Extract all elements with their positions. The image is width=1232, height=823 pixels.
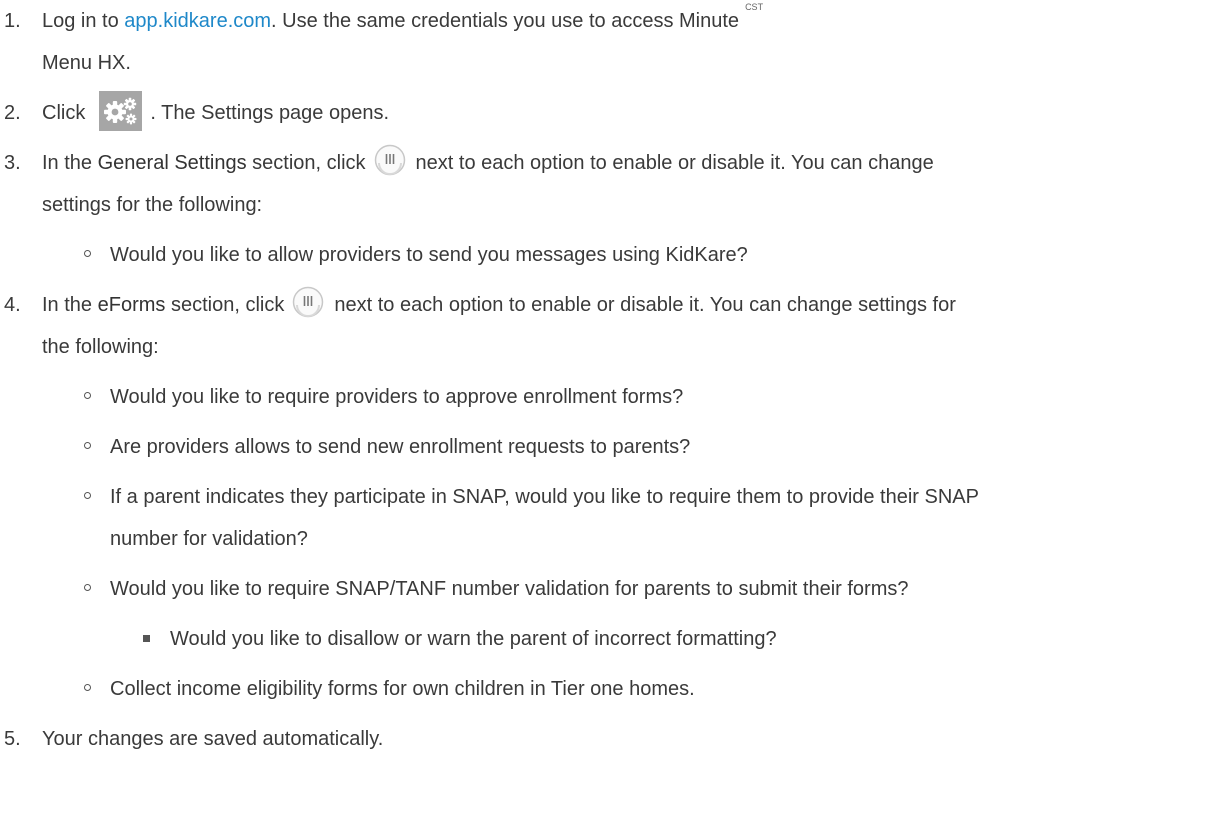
list-item: If a parent indicates they participate i… [42,476,1232,560]
eforms-options: Would you like to require providers to a… [42,376,1232,710]
step-text-line2: the following: [42,336,159,358]
list-item: Collect income eligibility forms for own… [42,668,1232,710]
step-text: Your changes are saved automatically. [42,728,384,750]
circle-bullet [84,392,91,399]
step-text: . Use the same credentials you use to ac… [271,10,740,32]
settings-gears-icon [99,90,143,131]
step-text: section, click [165,294,285,316]
list-item: Would you like to require SNAP/TANF numb… [42,568,1232,610]
step-number: 3. [4,152,21,174]
step-text-line2: settings for the following: [42,194,263,216]
circle-bullet [84,584,91,591]
step-4: 4. In the eForms section, click next to … [0,284,1232,710]
step-text: Log in to [42,10,125,32]
step-number: 1. [4,10,21,32]
step-number: 4. [4,294,21,316]
option-text-line2: number for validation? [110,528,308,550]
option-text: Would you like to require providers to a… [110,386,684,408]
step-text: section, click [246,152,366,174]
list-item: Would you like to require providers to a… [42,376,1232,418]
option-text: Would you like to disallow or warn the p… [170,628,777,650]
step-text: next to each option to enable or disable… [415,152,934,174]
step-number: 5. [4,728,21,750]
step-number: 2. [4,102,21,124]
step-2: 2. Click . The Settings page opens. [0,90,1232,134]
step-1: 1. Log in to app.kidkare.com. Use the sa… [0,0,1232,84]
general-settings-options: Would you like to allow providers to sen… [42,234,1232,276]
option-text: If a parent indicates they participate i… [110,486,979,508]
option-text: Collect income eligibility forms for own… [110,678,695,700]
step-text: next to each option to enable or disable… [334,294,956,316]
step-text: In the [42,152,98,174]
step-text: Click [42,102,86,124]
circle-bullet [84,684,91,691]
option-text: Are providers allows to send new enrollm… [110,436,691,458]
circle-bullet [84,442,91,449]
circle-bullet [84,250,91,257]
toggle-icon [374,144,406,176]
circle-bullet [84,492,91,499]
list-item: Are providers allows to send new enrollm… [42,426,1232,468]
step-text: In the [42,294,98,316]
instruction-steps: 1. Log in to app.kidkare.com. Use the sa… [0,0,1232,760]
eforms-label: eForms [97,294,166,316]
kidkare-login-link[interactable]: app.kidkare.com [124,10,271,32]
toggle-icon [292,286,324,318]
step-3: 3. In the General Settings section, clic… [0,142,1232,276]
list-item: Would you like to allow providers to sen… [42,234,1232,276]
option-text: Would you like to allow providers to sen… [110,244,748,266]
option-text: Would you like to require SNAP/TANF numb… [110,578,909,600]
step-text-line2: Menu HX. [42,52,131,74]
general-settings-label: General Settings [97,152,247,174]
superscript-cst: CST [745,2,764,12]
step-5: 5. Your changes are saved automatically. [0,718,1232,760]
nested-list-item: Would you like to disallow or warn the p… [42,618,1232,660]
step-text: . The Settings page opens. [150,102,390,124]
square-bullet [143,635,150,642]
